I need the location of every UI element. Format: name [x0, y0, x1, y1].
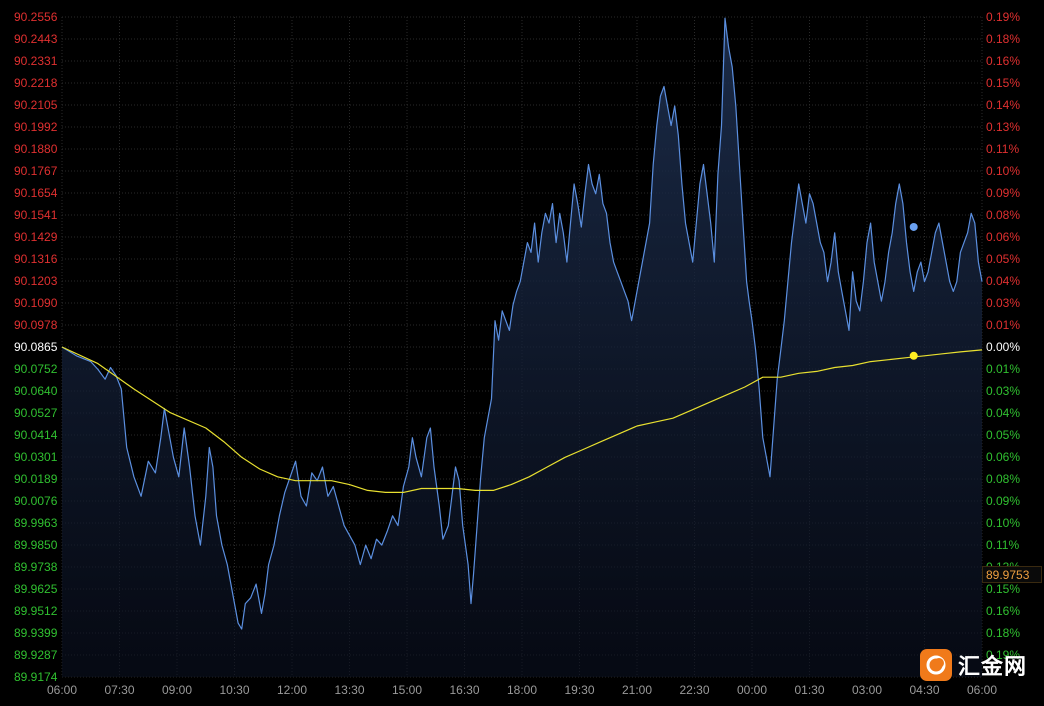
right-tick-label: 0.08%	[986, 208, 1020, 222]
x-tick-label: 22:30	[679, 683, 709, 697]
left-tick-label: 90.2556	[14, 10, 58, 24]
left-tick-label: 90.0301	[14, 450, 58, 464]
left-tick-label: 90.1203	[14, 274, 58, 288]
right-tick-label: 0.06%	[986, 450, 1020, 464]
price-area-fill	[62, 18, 982, 677]
right-tick-label: 0.11%	[986, 142, 1019, 156]
left-tick-label: 90.1654	[14, 186, 58, 200]
left-tick-label: 90.1090	[14, 296, 58, 310]
left-tick-label: 90.0527	[14, 406, 58, 420]
x-tick-label: 06:00	[47, 683, 77, 697]
right-tick-label: 0.06%	[986, 230, 1020, 244]
right-tick-label: 0.11%	[986, 538, 1019, 552]
x-tick-label: 01:30	[794, 683, 824, 697]
right-tick-label: 0.08%	[986, 472, 1020, 486]
right-tick-label: 0.13%	[986, 120, 1020, 134]
left-tick-label: 90.0414	[14, 428, 58, 442]
right-tick-label: 0.00%	[986, 340, 1020, 354]
left-tick-label: 90.0865	[14, 340, 58, 354]
logo-icon	[920, 649, 952, 681]
logo-text: 汇金网	[958, 655, 1028, 680]
x-tick-label: 21:00	[622, 683, 652, 697]
left-tick-label: 89.9287	[14, 648, 58, 662]
left-tick-label: 89.9512	[14, 604, 58, 618]
left-tick-label: 90.2218	[14, 76, 58, 90]
x-tick-label: 13:30	[334, 683, 364, 697]
x-tick-label: 03:00	[852, 683, 882, 697]
right-tick-label: 0.18%	[986, 32, 1020, 46]
right-tick-label: 0.16%	[986, 54, 1020, 68]
x-tick-label: 19:30	[564, 683, 594, 697]
right-tick-label: 0.09%	[986, 494, 1020, 508]
x-tick-label: 04:30	[909, 683, 939, 697]
right-tick-label: 0.01%	[986, 362, 1020, 376]
x-tick-label: 10:30	[219, 683, 249, 697]
x-tick-label: 07:30	[104, 683, 134, 697]
right-tick-label: 0.15%	[986, 76, 1020, 90]
left-tick-label: 90.2105	[14, 98, 58, 112]
left-tick-label: 90.1541	[14, 208, 58, 222]
right-tick-label: 0.04%	[986, 406, 1020, 420]
right-tick-label: 0.19%	[986, 10, 1020, 24]
left-tick-label: 90.0189	[14, 472, 58, 486]
last-price-tag: 89.9753	[982, 566, 1042, 583]
left-tick-label: 90.0640	[14, 384, 58, 398]
left-tick-label: 89.9399	[14, 626, 58, 640]
left-tick-label: 89.9738	[14, 560, 58, 574]
x-tick-label: 09:00	[162, 683, 192, 697]
intraday-chart[interactable]: 90.2556 90.2443 90.2331 90.2218 90.2105 90.19…	[0, 0, 1044, 706]
left-tick-label: 90.0978	[14, 318, 58, 332]
left-tick-label: 90.1767	[14, 164, 58, 178]
left-tick-label: 90.1429	[14, 230, 58, 244]
x-tick-label: 16:30	[449, 683, 479, 697]
right-tick-label: 0.09%	[986, 186, 1020, 200]
left-tick-label: 89.9625	[14, 582, 58, 596]
right-tick-label: 0.14%	[986, 98, 1020, 112]
left-tick-label: 90.0076	[14, 494, 58, 508]
price-marker	[909, 222, 918, 231]
time-axis: 06:00 07:30 09:00 10:30 12:00 13:30 15:00 16:30…	[47, 683, 997, 697]
x-tick-label: 12:00	[277, 683, 307, 697]
left-tick-label: 89.9850	[14, 538, 58, 552]
x-tick-label: 15:00	[392, 683, 422, 697]
right-tick-label: 0.05%	[986, 428, 1020, 442]
left-tick-label: 90.1880	[14, 142, 58, 156]
x-tick-label: 06:00	[967, 683, 997, 697]
right-tick-label: 0.10%	[986, 516, 1020, 530]
left-tick-label: 90.1316	[14, 252, 58, 266]
right-percent-axis: 0.19% 0.18% 0.16% 0.15% 0.14% 0.13% 0.11% 0.10%…	[986, 10, 1020, 662]
left-tick-label: 89.9174	[14, 670, 58, 684]
left-tick-label: 90.1992	[14, 120, 58, 134]
right-tick-label: 0.16%	[986, 604, 1020, 618]
left-tick-label: 90.2443	[14, 32, 58, 46]
right-tick-label: 0.10%	[986, 164, 1020, 178]
average-marker	[909, 351, 918, 360]
x-tick-label: 18:00	[507, 683, 537, 697]
right-tick-label: 0.18%	[986, 626, 1020, 640]
left-tick-label: 90.0752	[14, 362, 58, 376]
watermark-logo: 汇金网	[920, 646, 1027, 684]
right-tick-label: 0.15%	[986, 582, 1020, 596]
x-tick-label: 00:00	[737, 683, 767, 697]
left-tick-label: 89.9963	[14, 516, 58, 530]
right-tick-label: 0.03%	[986, 384, 1020, 398]
right-tick-label: 0.04%	[986, 274, 1020, 288]
left-price-axis: 90.2556 90.2443 90.2331 90.2218 90.2105 90.19…	[14, 10, 58, 684]
right-tick-label: 0.01%	[986, 318, 1020, 332]
left-tick-label: 90.2331	[14, 54, 58, 68]
price-area	[62, 18, 982, 677]
right-tick-label: 0.03%	[986, 296, 1020, 310]
right-tick-label: 0.05%	[986, 252, 1020, 266]
